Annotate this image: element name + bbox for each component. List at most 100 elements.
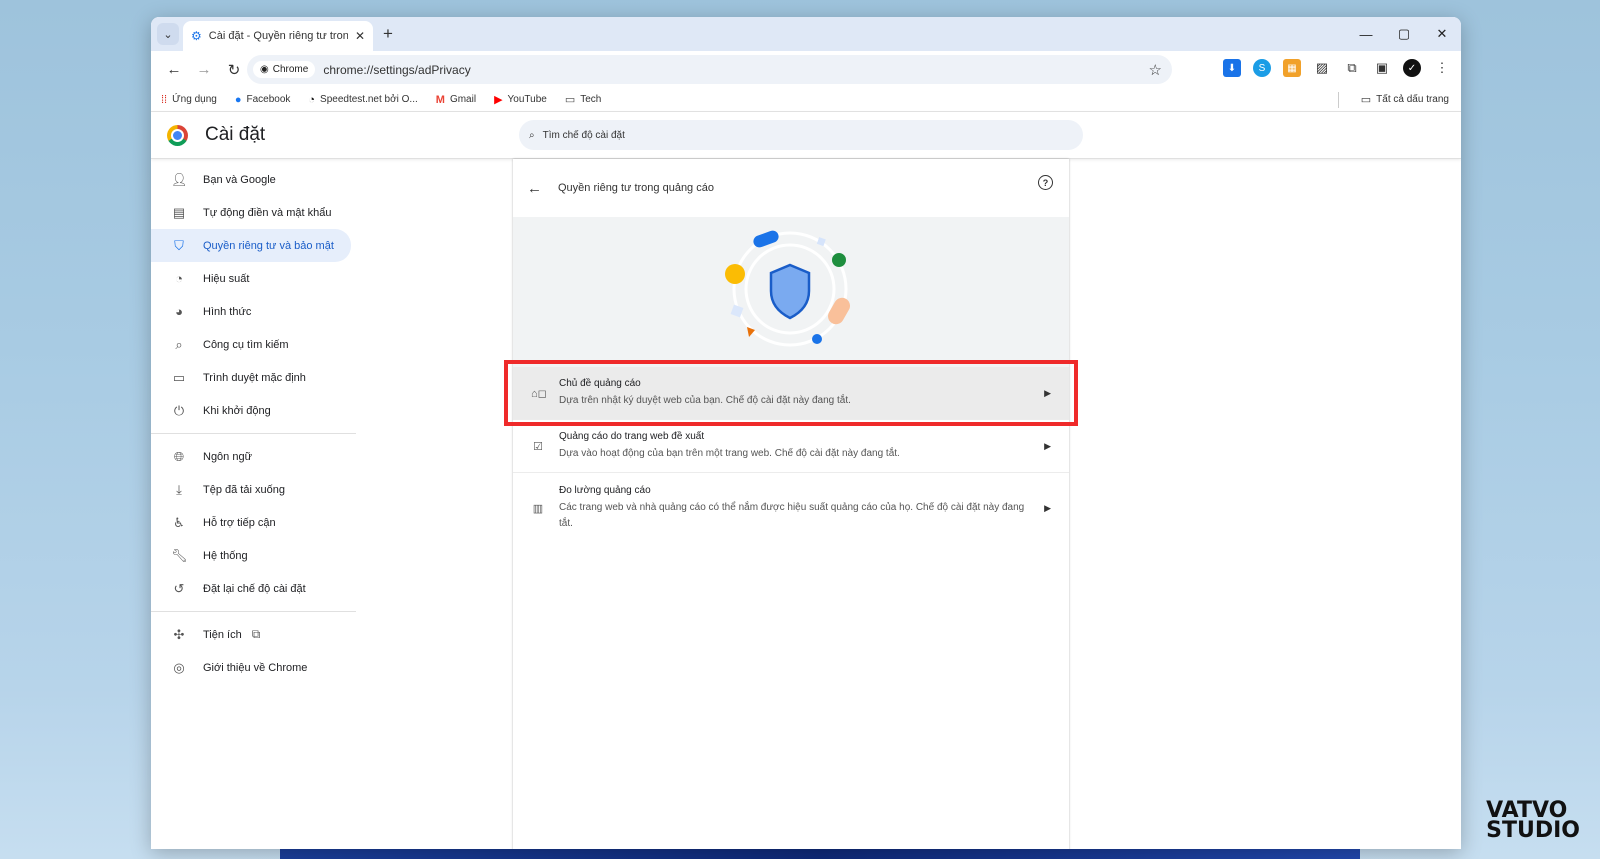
clipboard-icon: ▤ xyxy=(172,204,186,220)
sidebar-item-on-startup[interactable]: ⏻ Khi khởi động xyxy=(151,394,351,427)
sidebar-item-autofill[interactable]: ▤ Tự động điền và mật khẩu xyxy=(151,196,351,229)
download-icon: ⤓ xyxy=(176,481,182,497)
sidebar-item-reset[interactable]: ↺ Đặt lại chế độ cài đặt xyxy=(151,572,351,605)
maximize-button[interactable]: ▢ xyxy=(1385,17,1423,51)
accessibility-icon: ♿︎ xyxy=(173,514,185,530)
sidebar-item-extensions[interactable]: ✣ Tiện ích ⧉ xyxy=(151,618,351,651)
sidebar-item-label: Khi khởi động xyxy=(203,404,271,417)
all-bookmarks[interactable]: ▭ Tất cả dấu trang xyxy=(1361,93,1449,106)
card-title: Quyền riêng tư trong quảng cáo xyxy=(558,182,714,194)
apps-grid-icon: ⁞⁞ xyxy=(161,93,168,106)
extensions-area: ⬇ S ▦ ▨ ⧉ ▣ ✓ ⋮ xyxy=(1223,59,1451,77)
profile-avatar[interactable]: ✓ xyxy=(1403,59,1421,77)
sidebar: 👤︎ Bạn và Google ▤ Tự động điền và mật k… xyxy=(151,163,361,684)
search-icon: ⌕ xyxy=(529,129,535,141)
settings-search-input[interactable]: ⌕ Tìm chế độ cài đặt xyxy=(519,120,1083,150)
row-text: Đo lường quảng cáo Các trang web và nhà … xyxy=(559,485,1025,532)
bookmark-tech[interactable]: ▭ Tech xyxy=(565,93,602,106)
wrench-icon: 🔧︎ xyxy=(171,547,188,563)
sidebar-item-search-engine[interactable]: ⌕ Công cụ tìm kiếm xyxy=(151,328,351,361)
row-text: Quảng cáo do trang web đề xuất Dựa vào h… xyxy=(559,431,1025,462)
more-menu-icon[interactable]: ⋮ xyxy=(1433,59,1451,77)
chrome-icon: ◉ xyxy=(260,64,269,75)
sidebar-item-languages[interactable]: 🌐︎ Ngôn ngữ xyxy=(151,440,351,473)
all-bookmarks-label: Tất cả dấu trang xyxy=(1376,94,1449,105)
folder-icon: ▭ xyxy=(1360,94,1372,106)
sidebar-item-label: Tệp đã tải xuống xyxy=(203,483,285,496)
site-chip[interactable]: ◉ Chrome xyxy=(253,61,316,78)
ad-privacy-illustration xyxy=(513,217,1069,367)
close-icon[interactable]: ✕ xyxy=(355,29,365,43)
bookmark-youtube[interactable]: ▶ YouTube xyxy=(494,93,547,106)
bookmark-label: Ứng dụng xyxy=(172,94,217,105)
settings-header: Cài đặt ⌕ Tìm chế độ cài đặt xyxy=(151,112,1461,159)
chrome-icon: ◎ xyxy=(173,659,185,675)
shield-icon: ⛉ xyxy=(174,237,184,253)
ad-privacy-card: ← Quyền riêng tư trong quảng cáo ? ⌂◻ Ch… xyxy=(513,159,1069,849)
sidebar-item-label: Hiệu suất xyxy=(203,272,250,285)
back-arrow-icon[interactable]: ← xyxy=(527,180,542,197)
bookmark-label: YouTube xyxy=(507,94,547,105)
chevron-right-icon: ▶ xyxy=(1044,387,1051,398)
puzzle-extensions-icon[interactable]: ⧉ xyxy=(1343,59,1361,77)
sidebar-divider xyxy=(151,433,356,434)
bookmark-label: Speedtest.net bởi O... xyxy=(320,94,418,105)
sidebar-item-label: Bạn và Google xyxy=(203,173,276,186)
folder-icon: ▭ xyxy=(564,94,576,106)
bar-chart-icon: ▥ xyxy=(532,502,544,515)
row-description: Các trang web và nhà quảng cáo có thể nắ… xyxy=(559,501,1025,529)
back-button[interactable]: ← xyxy=(159,61,189,78)
watermark-logo: VATVO STUDIO xyxy=(1486,800,1580,843)
close-window-button[interactable]: ✕ xyxy=(1423,17,1461,51)
site-suggested-ads-row[interactable]: ☑ Quảng cáo do trang web đề xuất Dựa vào… xyxy=(513,420,1069,473)
new-tab-button[interactable]: + xyxy=(383,24,393,44)
sidebar-item-label: Ngôn ngữ xyxy=(203,450,252,463)
sidebar-item-system[interactable]: 🔧︎ Hệ thống xyxy=(151,539,351,572)
sidebar-item-about-chrome[interactable]: ◎ Giới thiệu về Chrome xyxy=(151,651,351,684)
sidebar-item-default-browser[interactable]: ▭ Trình duyệt mặc định xyxy=(151,361,351,394)
sidebar-item-privacy[interactable]: ⛉ Quyền riêng tư và bảo mật xyxy=(151,229,351,262)
tab-search-button[interactable]: ⌄ xyxy=(157,23,179,45)
sidebar-item-label: Công cụ tìm kiếm xyxy=(203,338,289,351)
image-extension-icon[interactable]: ▨ xyxy=(1313,59,1331,77)
sidebar-item-you-and-google[interactable]: 👤︎ Bạn và Google xyxy=(151,163,351,196)
bookmark-gmail[interactable]: M Gmail xyxy=(436,94,476,106)
side-panel-icon[interactable]: ▣ xyxy=(1373,59,1391,77)
tab-title: Cài đặt - Quyền riêng tư trong q xyxy=(208,30,348,42)
green-dot xyxy=(832,253,846,267)
bookmark-label: Gmail xyxy=(449,94,477,105)
tab-settings[interactable]: ⚙ Cài đặt - Quyền riêng tư trong q ✕ xyxy=(183,21,373,51)
row-text: Chủ đề quảng cáo Dựa trên nhật ký duyệt … xyxy=(559,378,1025,409)
sidebar-item-label: Hình thức xyxy=(203,305,252,318)
sidebar-item-performance[interactable]: ◔ Hiệu suất xyxy=(151,262,351,295)
address-bar[interactable]: ◉ Chrome chrome://settings/adPrivacy ☆ xyxy=(247,55,1172,84)
forward-button[interactable]: → xyxy=(189,61,219,78)
download-extension-icon[interactable]: ⬇ xyxy=(1223,59,1241,77)
ad-topics-row[interactable]: ⌂◻ Chủ đề quảng cáo Dựa trên nhật ký duy… xyxy=(513,367,1069,420)
shazam-extension-icon[interactable]: S xyxy=(1253,59,1271,77)
sidebar-item-downloads[interactable]: ⤓ Tệp đã tải xuống xyxy=(151,473,351,506)
bookmark-apps[interactable]: ⁞⁞ Ứng dụng xyxy=(161,94,217,106)
ad-measurement-row[interactable]: ▥ Đo lường quảng cáo Các trang web và nh… xyxy=(513,473,1069,543)
help-icon[interactable]: ? xyxy=(1038,175,1053,190)
watermark-line-2: STUDIO xyxy=(1486,818,1580,843)
bookmark-speedtest[interactable]: ◔ Speedtest.net bởi O... xyxy=(308,94,417,106)
search-placeholder: Tìm chế độ cài đặt xyxy=(542,129,625,141)
yellow-extension-icon[interactable]: ▦ xyxy=(1283,59,1301,77)
sidebar-item-label: Trình duyệt mặc định xyxy=(203,371,306,384)
row-title: Quảng cáo do trang web đề xuất xyxy=(559,430,705,442)
sidebar-item-accessibility[interactable]: ♿︎ Hỗ trợ tiếp cận xyxy=(151,506,351,539)
sidebar-item-label: Tự động điền và mật khẩu xyxy=(203,206,332,219)
reload-button[interactable]: ↻ xyxy=(219,61,249,79)
bookmark-star-icon[interactable]: ☆ xyxy=(1149,61,1162,79)
topics-shapes-icon: ⌂◻ xyxy=(531,387,547,400)
toolbar: ← → ↻ ◉ Chrome chrome://settings/adPriva… xyxy=(151,51,1461,88)
bookmark-facebook[interactable]: ● Facebook xyxy=(235,94,291,106)
chevron-down-icon: ⌄ xyxy=(163,28,173,41)
minimize-button[interactable]: — xyxy=(1347,17,1385,51)
card-header: ← Quyền riêng tư trong quảng cáo ? xyxy=(513,159,1069,217)
url-text[interactable]: chrome://settings/adPrivacy xyxy=(323,63,1148,77)
sidebar-item-appearance[interactable]: ◕ Hình thức xyxy=(151,295,351,328)
bookmarks-divider xyxy=(1338,92,1339,108)
facebook-icon: ● xyxy=(234,93,242,106)
